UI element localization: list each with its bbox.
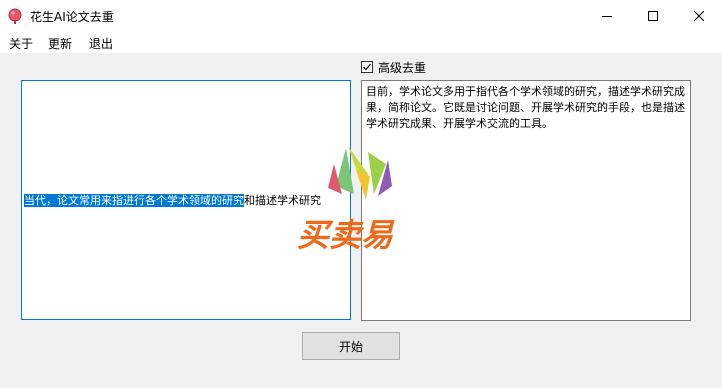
checkmark-icon xyxy=(363,63,371,71)
close-button[interactable] xyxy=(676,0,722,31)
advanced-dedup-checkbox[interactable] xyxy=(361,61,373,73)
start-button[interactable]: 开始 xyxy=(302,332,400,360)
advanced-dedup-label: 高级去重 xyxy=(378,60,427,75)
menu-item-exit[interactable]: 退出 xyxy=(89,35,113,52)
result-text-output[interactable]: 目前，学术论文多用于指代各个学术领域的研究，描述学术研究成果，简称论文。它既是讨… xyxy=(361,80,691,321)
minimize-button[interactable] xyxy=(584,0,630,31)
maximize-icon xyxy=(648,10,658,21)
menu-item-about[interactable]: 关于 xyxy=(9,35,33,52)
watermark-text: 买卖易 xyxy=(297,216,394,254)
input-unselected-text: 和描述学术研究 xyxy=(244,194,321,207)
close-icon xyxy=(694,10,704,21)
maximize-button[interactable] xyxy=(630,0,676,31)
window-title: 花生AI论文去重 xyxy=(30,10,114,24)
input-selected-text: 当代，论文常用来指进行各个学术领域的研究 xyxy=(24,194,244,207)
advanced-dedup-option[interactable]: 高级去重 xyxy=(361,59,426,75)
input-text-line: 当代，论文常用来指进行各个学术领域的研究和描述学术研究 xyxy=(24,194,321,208)
title-bar: 花生AI论文去重 xyxy=(0,0,722,31)
menu-item-update[interactable]: 更新 xyxy=(48,35,72,52)
menu-bar: 关于 更新 退出 xyxy=(0,31,722,53)
output-text: 目前，学术论文多用于指代各个学术领域的研究，描述学术研究成果，简称论文。它既是讨… xyxy=(366,85,685,130)
source-text-input[interactable]: 当代，论文常用来指进行各个学术领域的研究和描述学术研究 xyxy=(21,80,351,320)
minimize-icon xyxy=(602,15,612,17)
app-logo-icon xyxy=(8,8,22,24)
